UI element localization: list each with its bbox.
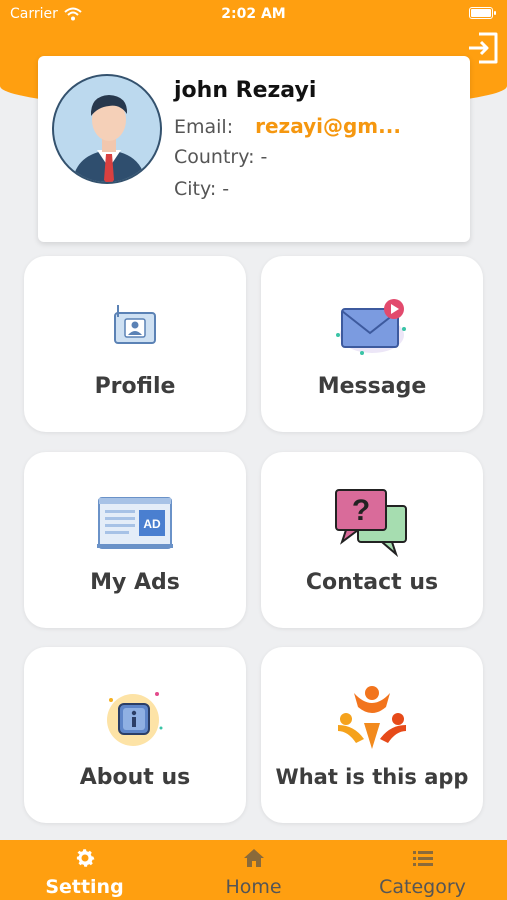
logout-icon bbox=[469, 32, 498, 64]
ad-icon: AD bbox=[97, 497, 173, 549]
info-icon bbox=[107, 692, 163, 746]
menu-tile-about-us[interactable]: About us bbox=[24, 647, 246, 823]
tab-label-category: Category bbox=[379, 876, 466, 898]
email-label: Email: bbox=[174, 116, 234, 138]
battery-icon bbox=[469, 7, 496, 19]
svg-text:?: ? bbox=[352, 494, 370, 527]
tab-home[interactable]: Home bbox=[169, 840, 338, 900]
question-chat-icon: ? bbox=[335, 489, 407, 558]
menu-label-what-is-this-app: What is this app bbox=[275, 765, 469, 789]
country-label: Country: - bbox=[174, 146, 268, 168]
menu-tile-what-is-this-app[interactable]: What is this app bbox=[261, 647, 483, 823]
menu-label-message: Message bbox=[317, 374, 427, 399]
menu-tile-profile[interactable]: Profile bbox=[24, 256, 246, 432]
menu-label-about-us: About us bbox=[79, 765, 191, 790]
svg-text:AD: AD bbox=[143, 517, 161, 531]
menu-label-profile: Profile bbox=[94, 374, 176, 399]
menu-label-contact-us: Contact us bbox=[305, 570, 439, 595]
email-value: rezayi@gm... bbox=[255, 114, 401, 138]
email-row: Email: rezayi@gm... bbox=[174, 114, 401, 138]
people-icon bbox=[338, 686, 406, 749]
tab-label-setting: Setting bbox=[45, 876, 124, 898]
list-icon bbox=[412, 851, 433, 866]
menu-tile-message[interactable]: Message bbox=[261, 256, 483, 432]
id-badge-icon bbox=[114, 305, 156, 344]
avatar bbox=[52, 74, 162, 184]
menu-tile-contact-us[interactable]: ? Contact us bbox=[261, 452, 483, 628]
profile-card: john Rezayi Email: rezayi@gm... Country:… bbox=[38, 56, 470, 242]
tab-label-home: Home bbox=[225, 876, 282, 898]
home-icon bbox=[243, 849, 264, 867]
user-name: john Rezayi bbox=[174, 78, 317, 103]
gear-icon bbox=[76, 849, 94, 867]
clock: 2:02 AM bbox=[221, 6, 286, 22]
envelope-icon bbox=[336, 299, 406, 355]
tab-bar: Setting Home Category bbox=[0, 840, 507, 900]
menu-tile-my-ads[interactable]: AD My Ads bbox=[24, 452, 246, 628]
logout-button[interactable] bbox=[465, 30, 501, 66]
status-bar: Carrier 2:02 AM bbox=[0, 0, 507, 28]
tab-setting[interactable]: Setting bbox=[0, 840, 169, 900]
city-label: City: - bbox=[174, 178, 230, 200]
tab-category[interactable]: Category bbox=[338, 840, 507, 900]
menu-label-my-ads: My Ads bbox=[90, 570, 180, 595]
